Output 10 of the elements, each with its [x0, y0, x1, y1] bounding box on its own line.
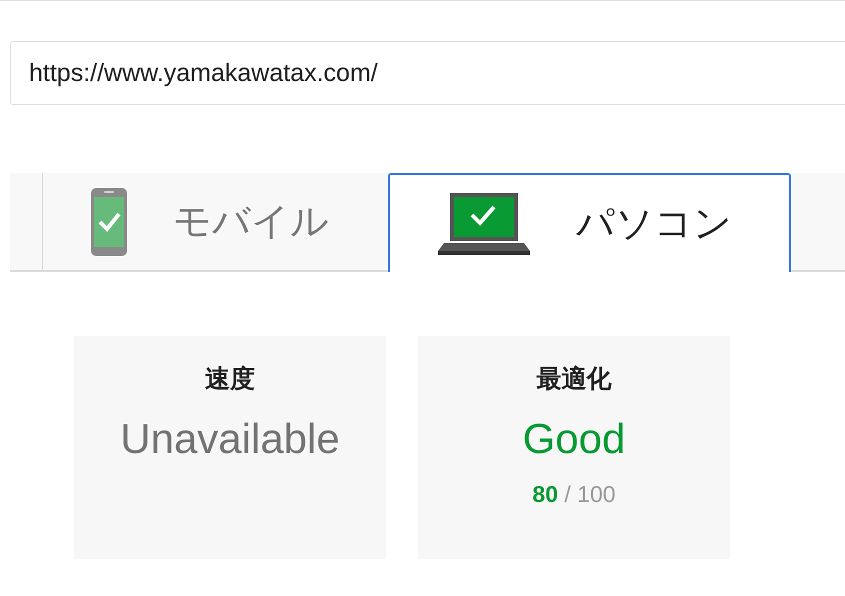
card-title: 速度	[205, 364, 255, 395]
url-field[interactable]: https://www.yamakawatax.com/	[10, 41, 845, 105]
score-text: 80 / 100	[532, 481, 616, 508]
card-title: 最適化	[536, 364, 612, 395]
rating-text: Good	[522, 415, 626, 463]
phone-check-icon	[91, 188, 127, 256]
device-tab[interactable]: パソコン	[388, 173, 791, 272]
rating-text: Unavailable	[120, 415, 340, 463]
laptop-check-icon	[438, 192, 530, 254]
device-tab[interactable]: モバイル	[43, 173, 388, 270]
